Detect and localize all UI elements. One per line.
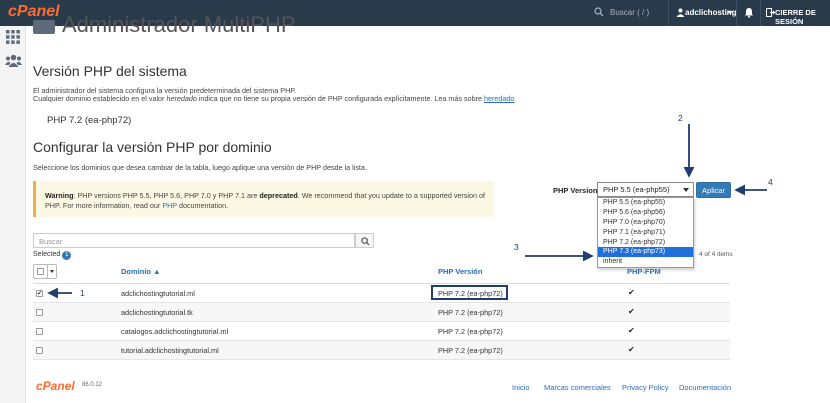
warning-lead: Warning	[45, 191, 74, 200]
table-row[interactable]: adclichostingtutorial.tk PHP 7.2 (ea-php…	[33, 303, 730, 322]
php-version-dropdown: PHP 5.5 (ea-php55) PHP 5.6 (ea-php56) PH…	[597, 197, 694, 268]
php-docs-link[interactable]: PHP	[162, 201, 177, 210]
page-title: Administrador MultiPHP	[62, 12, 296, 37]
php-version-select[interactable]: PHP 5.5 (ea-php55)	[597, 182, 694, 197]
selected-count: Selected 1	[33, 251, 72, 260]
select-all-dropdown[interactable]	[33, 264, 57, 279]
divider	[668, 0, 669, 26]
page-icon	[33, 20, 55, 34]
domain-search-input[interactable]: Buscar	[33, 233, 355, 248]
deprecation-warning: Warning: PHP versions PHP 5.5, PHP 5.6, …	[33, 181, 494, 217]
row-checkbox[interactable]	[36, 309, 43, 316]
check-icon: ✔	[628, 326, 635, 335]
dropdown-option-highlighted[interactable]: PHP 7.3 (ea-php73)	[598, 247, 693, 258]
check-icon: ✔	[628, 288, 635, 297]
sidebar	[0, 26, 26, 403]
footer-link-trademarks[interactable]: Marcas comerciales	[544, 383, 611, 392]
divider	[760, 0, 761, 26]
column-domain[interactable]: Dominio ▲	[121, 267, 161, 276]
dropdown-option[interactable]: PHP 7.1 (ea-php71)	[598, 228, 693, 238]
dropdown-option[interactable]: PHP 7.2 (ea-php72)	[598, 238, 693, 248]
column-php-version[interactable]: PHP Versión	[438, 267, 482, 276]
items-count: 4 of 4 items	[699, 251, 733, 258]
system-php-heading: Versión PHP del sistema	[33, 63, 187, 79]
warning-text-part: PHP. For more information, read our	[45, 201, 163, 210]
column-php-fpm[interactable]: PHP-FPM	[627, 267, 661, 276]
warning-text-part: : PHP versions PHP 5.5, PHP 5.6, PHP 7.0…	[73, 191, 260, 200]
dropdown-option[interactable]: PHP 7.0 (ea-php70)	[598, 218, 693, 228]
annotation-2: 2	[678, 113, 683, 123]
search-icon[interactable]	[594, 7, 604, 17]
search-icon	[361, 237, 370, 246]
php-version-cell: PHP 7.2 (ea-php72)	[438, 327, 503, 336]
footer-cpanel-logo: cPanel	[36, 379, 75, 393]
footer-version: 86.0.12	[82, 382, 103, 388]
cpanel-logo[interactable]: cPanel	[8, 3, 60, 21]
apply-button[interactable]: Aplicar	[696, 182, 731, 198]
php-version-cell: PHP 7.2 (ea-php72)	[438, 308, 503, 317]
annotation-3: 3	[514, 242, 519, 252]
desc-text: indica que no tiene su propia versión de…	[196, 94, 484, 103]
php-version-selected: PHP 5.5 (ea-php55)	[603, 185, 670, 194]
warning-deprecated: deprecated	[259, 191, 298, 200]
footer-link-privacy[interactable]: Privacy Policy	[622, 383, 669, 392]
domain-cell: tutorial.adclichostingtutorial.ml	[121, 346, 219, 355]
desc-text: Cualquier dominio establecido en el valo…	[33, 94, 167, 103]
check-icon: ✔	[628, 345, 635, 354]
grid-icon[interactable]	[6, 30, 20, 44]
top-search-input[interactable]: Buscar ( / )	[610, 8, 649, 17]
search-button[interactable]	[355, 233, 374, 248]
php-version-cell: PHP 7.2 (ea-php72)	[438, 346, 503, 355]
dropdown-option[interactable]: PHP 5.6 (ea-php56)	[598, 208, 693, 218]
table-row[interactable]: catalogos.adclichostingtutorial.ml PHP 7…	[33, 322, 730, 341]
warning-text-part: . We recommend that you update to a supp…	[297, 191, 486, 200]
domain-cell: adclichostingtutorial.tk	[121, 308, 193, 317]
table-header: Dominio ▲ PHP Versión PHP-FPM	[33, 262, 730, 284]
footer-link-docs[interactable]: Documentación	[679, 383, 731, 392]
divider	[47, 265, 48, 278]
system-php-desc-line2: Cualquier dominio establecido en el valo…	[33, 94, 514, 103]
dropdown-option[interactable]: PHP 5.5 (ea-php55)	[598, 198, 693, 208]
warning-text: Warning: PHP versions PHP 5.5, PHP 5.6, …	[45, 191, 490, 211]
bell-icon[interactable]	[744, 7, 754, 18]
select-all-checkbox[interactable]	[37, 268, 44, 275]
domain-cell: adclichostingtutorial.ml	[121, 289, 195, 298]
table-row[interactable]: tutorial.adclichostingtutorial.ml PHP 7.…	[33, 341, 730, 360]
annotation-highlight-box	[431, 285, 508, 300]
domain-php-heading: Configurar la versión PHP por dominio	[33, 139, 272, 155]
desc-emphasis: heredado	[166, 94, 197, 103]
row-checkbox[interactable]	[36, 347, 43, 354]
user-icon	[676, 8, 685, 17]
chevron-down-icon[interactable]	[50, 270, 54, 273]
users-icon[interactable]	[5, 54, 22, 67]
php-version-label: PHP Version	[553, 186, 598, 195]
row-checkbox[interactable]: ✔	[36, 290, 43, 297]
system-php-version: PHP 7.2 (ea-php72)	[47, 115, 132, 126]
domain-cell: catalogos.adclichostingtutorial.ml	[121, 327, 229, 336]
annotation-4: 4	[768, 177, 773, 187]
footer-link-home[interactable]: Inicio	[512, 383, 530, 392]
logout-button[interactable]: CIERRE DE SESIÓN	[775, 8, 830, 26]
selected-label: Selected	[33, 251, 61, 258]
row-checkbox[interactable]	[36, 328, 43, 335]
selected-badge: 1	[62, 251, 72, 260]
domain-php-desc: Seleccione los dominios que desea cambia…	[33, 163, 367, 172]
inherit-help-link[interactable]: heredado	[484, 94, 514, 103]
divider	[736, 0, 737, 26]
check-icon: ✔	[628, 307, 635, 316]
chevron-down-icon[interactable]	[727, 11, 733, 14]
chevron-down-icon	[683, 188, 689, 192]
annotation-1: 1	[80, 288, 85, 298]
table-row[interactable]: ✔ adclichostingtutorial.ml PHP 7.2 (ea-p…	[33, 284, 730, 303]
logout-icon[interactable]	[766, 8, 775, 17]
warning-text-part: documentation.	[176, 201, 229, 210]
